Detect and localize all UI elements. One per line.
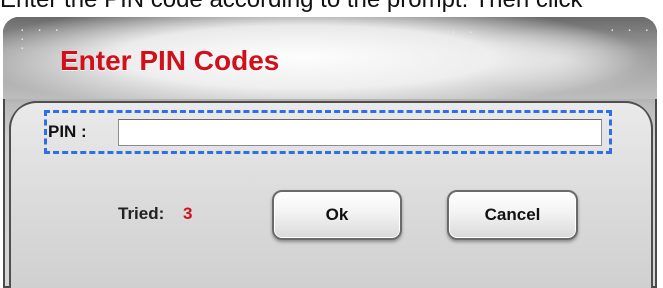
tried-label: Tried: — [118, 204, 165, 223]
pin-label: PIN : — [48, 122, 87, 141]
cancel-button[interactable]: Cancel — [447, 190, 578, 240]
decorative-dots-icon: . . . . . . . . . . . . — [381, 23, 511, 54]
instruction-text: Enter the PIN code according to the prom… — [0, 0, 663, 14]
dialog-title: Enter PIN Codes — [60, 45, 280, 76]
decorative-dots-icon: . . . — [609, 21, 653, 34]
decorative-dots-icon: . . . . . — [19, 21, 63, 52]
pin-input[interactable] — [118, 119, 602, 146]
ok-button[interactable]: Ok — [272, 190, 402, 240]
tried-count: 3 — [183, 204, 193, 223]
